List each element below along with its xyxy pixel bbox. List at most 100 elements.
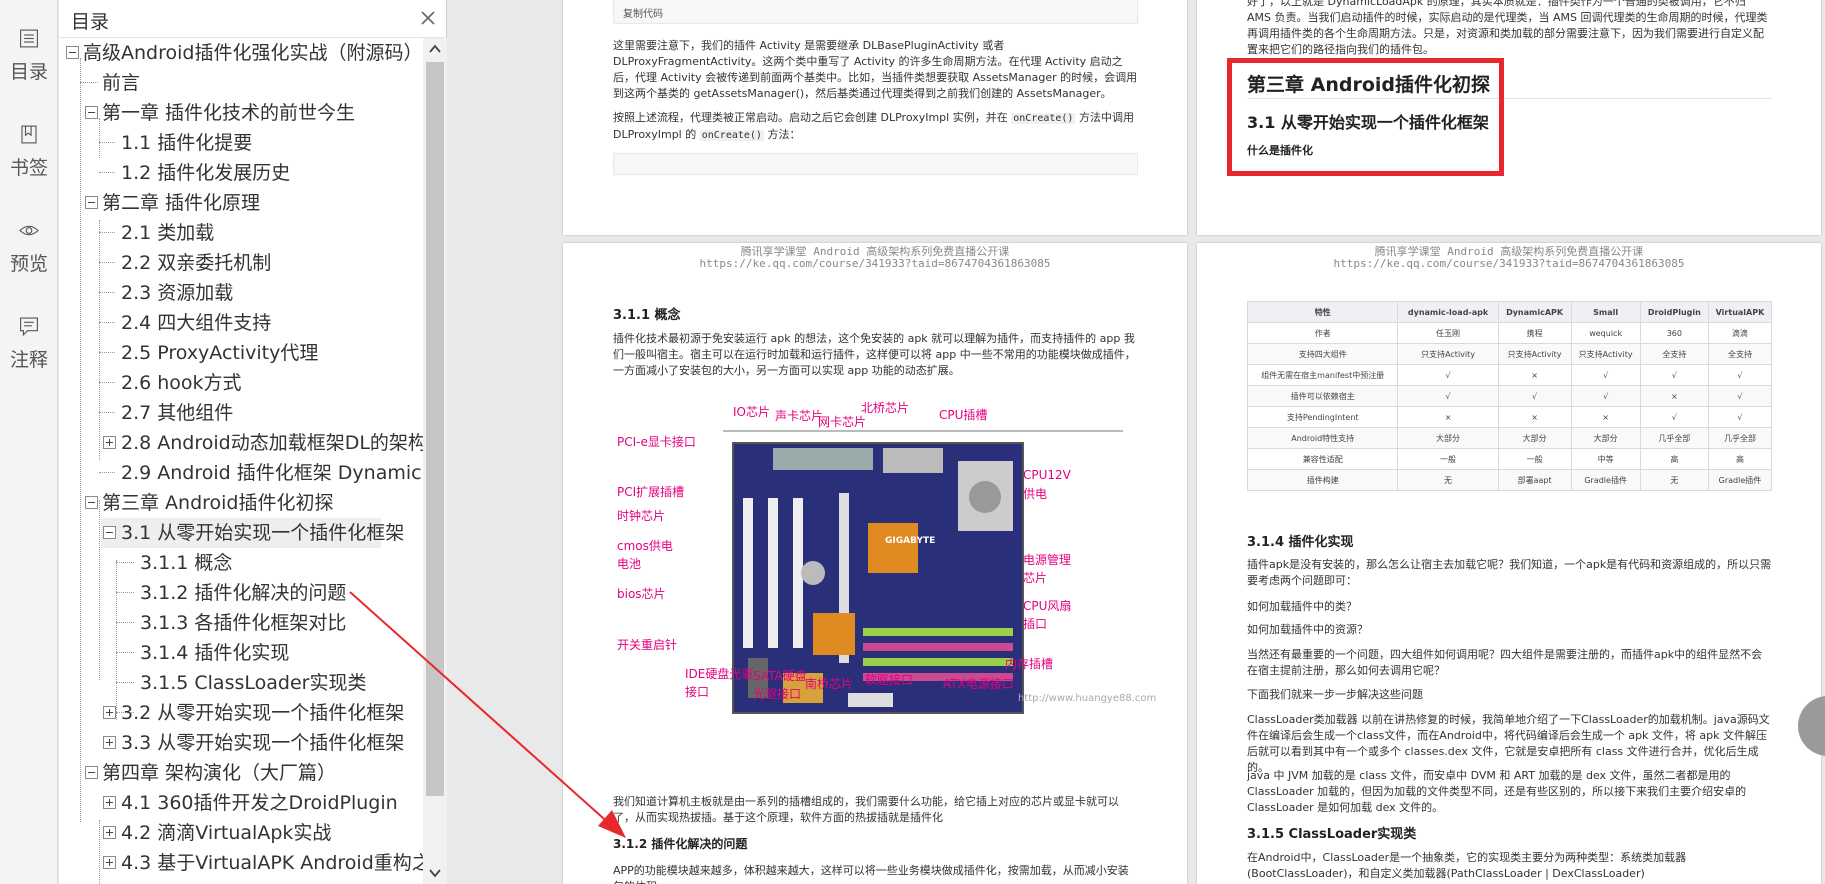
figure-label: 电源管理 <box>1023 553 1072 567</box>
pdf-reader-window: 目录 书签 预览 注释 目录 高级Android插件化强化实战（附源码） 前言 … <box>0 0 1825 884</box>
table-cell: × <box>1497 364 1572 386</box>
eye-icon <box>19 225 39 236</box>
bookmark-icon <box>21 125 37 144</box>
table-header-cell: Small <box>1570 301 1641 323</box>
watermark: https://ke.qq.com/course/341933?taid=867… <box>699 257 1051 270</box>
table-cell: 支持四大组件 <box>1246 343 1399 365</box>
table-header-cell: dynamic-load-apk <box>1397 301 1499 323</box>
table-cell: Android特性支持 <box>1246 427 1399 449</box>
figure-label: 光驱接口 <box>753 687 802 701</box>
watermark: https://ke.qq.com/course/341933?taid=867… <box>1333 257 1685 270</box>
figure-label: 供电 <box>1023 487 1048 501</box>
table-cell: 支持PendingIntent <box>1246 406 1399 428</box>
figure-label: SATA硬盘 <box>753 669 807 683</box>
figure-label: 时钟芯片 <box>617 509 666 523</box>
paragraph: 当然还有最重要的一个问题，四大组件如何调用呢？四大组件是需要注册的，而插件apk… <box>1247 648 1763 677</box>
rail-annotation-label: 注释 <box>9 349 48 371</box>
figure-label: ATX电源接口 <box>943 677 1014 691</box>
paragraph: 插件apk是没有安装的，那么怎么让宿主去加载它呢？我们知道，一个apk是有代码和… <box>1247 558 1772 587</box>
table-cell: 只支持Activity <box>1570 343 1641 365</box>
table-header-cell: DynamicAPK <box>1497 301 1572 323</box>
table-cell: 高 <box>1639 448 1709 470</box>
figure-label: IO芯片 <box>733 405 770 419</box>
paragraph: 下面我们就来一步一步解决这些问题 <box>1247 688 1423 701</box>
table-row: 兼容性适配 一般 一般 中等高高 <box>1246 448 1773 470</box>
table-cell: √ <box>1707 385 1773 407</box>
table-row: 插件构建无部署aapt Gradle插件无 Gradle插件 <box>1246 469 1773 491</box>
table-cell: √ <box>1707 406 1773 428</box>
table-cell: Gradle插件 <box>1707 469 1773 491</box>
code-block <box>613 0 1138 24</box>
rail-bookmark-button[interactable]: 书签 <box>0 96 58 180</box>
figure-label: 内存插槽 <box>1005 657 1054 671</box>
paragraph: java 中 JVM 加载的是 class 文件，而安卓中 DVM 和 ART … <box>1247 769 1747 814</box>
table-header-row: 特性 dynamic-load-apk DynamicAPK Small Dro… <box>1246 301 1773 323</box>
table-cell: √ <box>1570 364 1641 386</box>
paragraph: 如何加载插件中的资源？ <box>1247 623 1368 636</box>
table-cell: 组件无需在宿主manifest中预注册 <box>1246 364 1399 386</box>
side-rail: 目录 书签 预览 注释 <box>0 0 58 884</box>
rail-annotation-button[interactable]: 注释 <box>0 288 58 372</box>
table-cell: Gradle插件 <box>1570 469 1641 491</box>
figure-watermark: http://www.huangye88.com <box>1018 693 1157 704</box>
pdf-page-upper-right: 好了，以上就是 DynamicLoadApk 的原理，其实本质就是：插件类作为一… <box>1197 0 1821 235</box>
paragraph: 好了，以上就是 DynamicLoadApk 的原理，其实本质就是：插件类作为一… <box>1247 0 1768 56</box>
rail-toc-label: 目录 <box>9 61 48 83</box>
figure-label: PCI扩展插槽 <box>617 485 685 499</box>
table-header-cell: 特性 <box>1246 301 1399 323</box>
chevron-down-icon[interactable] <box>428 866 442 880</box>
rail-bookmark-label: 书签 <box>9 157 48 179</box>
table-row: 支持PendingIntent × × × √ √ <box>1246 406 1773 428</box>
figure-label: CPU插槽 <box>939 408 988 422</box>
table-cell: wequick <box>1570 322 1641 344</box>
table-cell: 任玉刚 <box>1397 322 1499 344</box>
code-block <box>613 153 1138 175</box>
figure-label: 电池 <box>617 557 642 571</box>
subheading: 什么是插件化 <box>1247 144 1313 157</box>
paragraph: 这里需要注意下，我们的插件 Activity 是需要继承 DLBasePlugi… <box>613 39 1138 100</box>
paragraph: 按照上述流程，代理类被正常启动。启动之后它会创建 DLProxyImpl 实例，… <box>613 111 1134 141</box>
table-cell: × <box>1497 406 1572 428</box>
table-cell: √ <box>1397 385 1499 407</box>
figure-label: 插口 <box>1023 617 1048 631</box>
figure-label: cmos供电 <box>617 539 673 553</box>
table-cell: 只支持Activity <box>1397 343 1499 365</box>
copy-code-link[interactable]: 复制代码 <box>623 7 663 23</box>
table-row: 支持四大组件 只支持Activity 只支持Activity 只支持Activity 全… <box>1246 343 1773 365</box>
table-row: 作者 任玉刚 携程 wequick 360 滴滴 <box>1246 322 1773 344</box>
chevron-up-icon[interactable] <box>428 42 442 56</box>
table-row: 组件无需在宿主manifest中预注册 √ × √ √ √ <box>1246 364 1773 386</box>
table-cell: 几乎全部 <box>1639 427 1709 449</box>
toc-list-icon <box>20 29 38 48</box>
table-cell: 大部分 <box>1497 427 1572 449</box>
table-cell: 大部分 <box>1397 427 1499 449</box>
toc-item-3-1[interactable]: 3.1 从零开始实现一个插件化框架 <box>101 518 404 548</box>
paragraph: 如何加载插件中的类？ <box>1247 600 1357 613</box>
close-icon[interactable] <box>419 9 437 27</box>
figure-label: 网卡芯片 <box>818 415 867 429</box>
motherboard-figure: GIGABYTE IO芯片 声卡芯片 网卡芯片 北桥芯片 CPU插槽 PCI-e… <box>613 401 1156 755</box>
table-cell: √ <box>1497 385 1572 407</box>
rail-preview-label: 预览 <box>9 253 48 275</box>
rail-toc-button[interactable]: 目录 <box>0 0 58 84</box>
section-heading: 3.1 从零开始实现一个插件化框架 <box>1247 113 1489 132</box>
table-cell: √ <box>1397 364 1499 386</box>
pdf-page-upper-left: 复制代码 这里需要注意下，我们的插件 Activity 是需要继承 DLBase… <box>563 0 1187 235</box>
table-cell: 无 <box>1397 469 1499 491</box>
figure-label: PCI-e显卡接口 <box>617 435 696 449</box>
rail-preview-button[interactable]: 预览 <box>0 192 58 276</box>
table-cell: 大部分 <box>1570 427 1641 449</box>
board-brand-label: GIGABYTE <box>885 536 936 546</box>
table-cell: 兼容性适配 <box>1246 448 1399 470</box>
figure-label: 北桥芯片 <box>861 401 910 415</box>
table-cell: 全支持 <box>1639 343 1709 365</box>
table-cell: 部署aapt <box>1497 469 1572 491</box>
chapter-heading: 第三章 Android插件化初探 <box>1247 74 1490 96</box>
table-cell: 滴滴 <box>1707 322 1773 344</box>
paragraph: 我们知道计算机主板就是由一系列的插槽组成的，我们需要什么功能，给它插上对应的芯片… <box>613 795 1119 824</box>
table-cell: × <box>1639 385 1709 407</box>
table-cell: 一般 <box>1497 448 1572 470</box>
figure-label: CPU风扇 <box>1023 599 1072 613</box>
table-row: Android特性支持 大部分 大部分 大部分 几乎全部 几乎全部 <box>1246 427 1773 449</box>
figure-label: 南桥芯片 <box>805 677 854 691</box>
